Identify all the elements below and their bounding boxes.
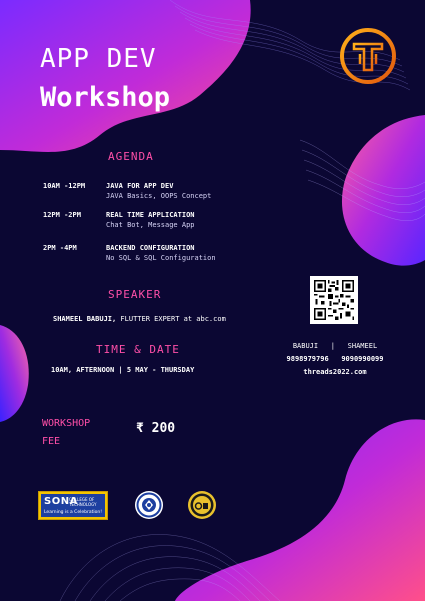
time-date-heading: TIME & DATE: [96, 343, 180, 356]
title-app-dev: APP DEV: [40, 44, 157, 74]
agenda-item: 2PM -4PM: [43, 244, 77, 252]
contact-block: BABUJI | SHAMEEL 9898979796 9090990099 t…: [280, 340, 390, 379]
agenda-time: 12PM -2PM: [43, 211, 81, 219]
contact-phone[interactable]: 9090990099: [341, 355, 383, 363]
agenda-detail: Chat Bot, Message App: [106, 221, 195, 229]
agenda-item-details: JAVA FOR APP DEV JAVA Basics, OOPS Conce…: [106, 182, 211, 200]
speaker-name: SHAMEEL BABUJI,: [53, 315, 117, 323]
right-blob: [341, 115, 425, 266]
sona-tagline: Learning is a Celebration!: [44, 510, 102, 515]
agenda-item-details: BACKEND CONFIGURATION No SQL & SQL Confi…: [106, 244, 216, 262]
fee-label-line2: FEE: [42, 436, 61, 447]
speaker-line: SHAMEEL BABUJI, FLUTTER EXPERT at abc.co…: [53, 315, 226, 323]
agenda-title: BACKEND CONFIGURATION: [106, 244, 195, 252]
title-workshop: Workshop: [40, 82, 171, 113]
agenda-title: JAVA FOR APP DEV: [106, 182, 174, 190]
speaker-heading: SPEAKER: [108, 288, 162, 301]
agenda-heading: AGENDA: [108, 150, 154, 163]
agenda-detail: JAVA Basics, OOPS Concept: [106, 192, 212, 200]
fee-value: ₹ 200: [136, 421, 176, 436]
agenda-item: 10AM -12PM: [43, 182, 85, 190]
department-emblem-icon: [188, 491, 216, 519]
agenda-time: 2PM -4PM: [43, 244, 77, 252]
speaker-role: FLUTTER EXPERT at abc.com: [116, 315, 226, 323]
agenda-title: REAL TIME APPLICATION: [106, 211, 195, 219]
contact-name: SHAMEEL: [347, 342, 378, 350]
contact-website[interactable]: threads2022.com: [280, 366, 390, 379]
sona-college-text: COLLEGE OF TECHNOLOGY: [69, 497, 97, 507]
agenda-time: 10AM -12PM: [43, 182, 86, 190]
time-date-line: 10AM, AFTERNOON | 5 MAY - THURSDAY: [51, 366, 195, 374]
qr-code-icon[interactable]: [310, 276, 358, 324]
agenda-item-details: REAL TIME APPLICATION Chat Bot, Message …: [106, 211, 195, 229]
agenda-item: 12PM -2PM: [43, 211, 81, 219]
fee-label: WORKSHOP FEE: [42, 415, 90, 451]
contact-phone[interactable]: 9898979796: [287, 355, 329, 363]
left-mid-blob: [0, 325, 29, 422]
top-left-blob: [0, 0, 251, 152]
contact-separator: |: [330, 342, 335, 350]
fee-label-line1: WORKSHOP: [42, 418, 91, 429]
threads-logo-icon: [340, 28, 396, 84]
agenda-detail: No SQL & SQL Configuration: [106, 254, 216, 262]
college-emblem-icon: [135, 491, 163, 519]
contact-name: BABUJI: [292, 342, 319, 350]
sona-college-logo: SONA COLLEGE OF TECHNOLOGY Learning is a …: [38, 491, 108, 520]
contact-phones: 9898979796 9090990099: [280, 353, 390, 366]
contact-names: BABUJI | SHAMEEL: [280, 340, 390, 353]
